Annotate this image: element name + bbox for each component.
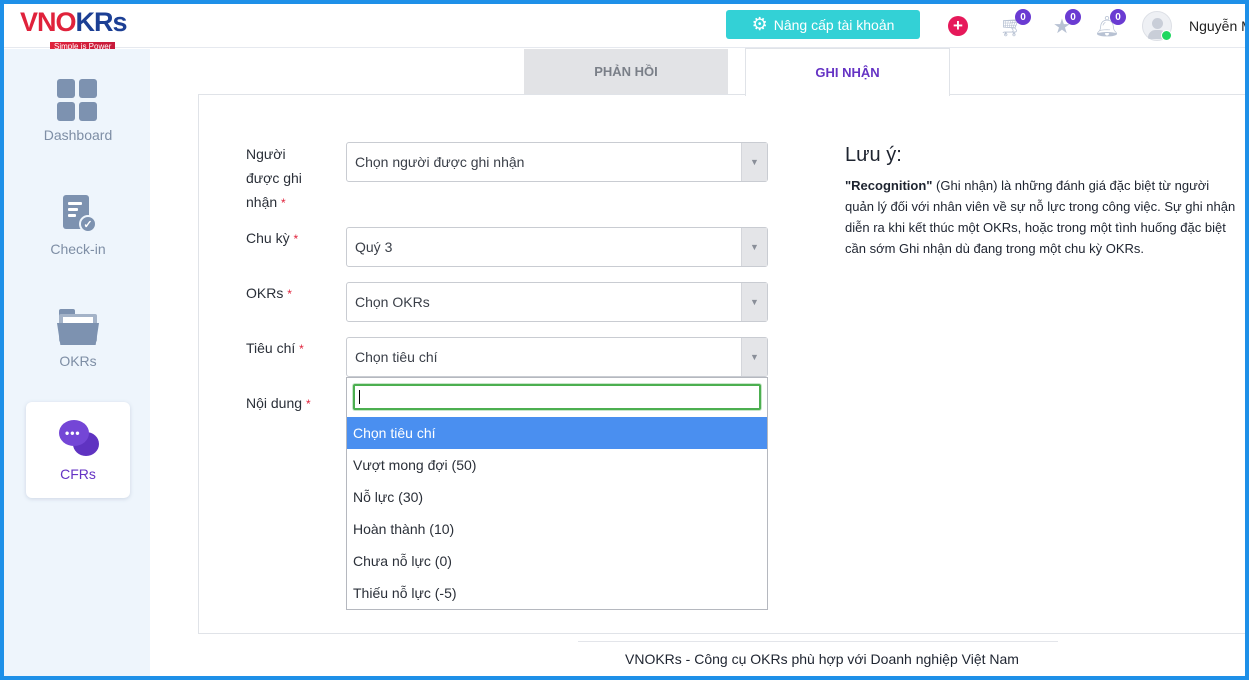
sidebar-item-label: CFRs <box>60 466 96 482</box>
dropdown-search-input[interactable] <box>353 384 761 410</box>
okrs-select[interactable]: Chọn OKRs ▼ <box>346 282 768 322</box>
user-name[interactable]: Nguyễn M <box>1189 18 1245 34</box>
avatar[interactable] <box>1142 11 1172 41</box>
chevron-down-icon: ▼ <box>741 338 767 376</box>
note-title: Lưu ý: <box>845 144 902 166</box>
folder-icon <box>57 305 99 347</box>
cart-badge: 0 <box>1015 9 1031 25</box>
sidebar-item-cfrs[interactable]: ••• CFRs <box>26 402 130 498</box>
content-label: Nội dung * <box>246 395 311 411</box>
app-frame: VNOKRs Simple is Power ⚙ Nâng cấp tài kh… <box>4 4 1245 676</box>
okrs-select-value: Chọn OKRs <box>355 294 430 310</box>
logo-suffix: KRs <box>75 7 128 37</box>
sidebar-item-okrs[interactable]: OKRs <box>26 289 130 385</box>
vnokrs-logo[interactable]: VNOKRs Simple is Power <box>20 7 128 51</box>
sidebar-item-dashboard[interactable]: Dashboard <box>26 63 130 159</box>
sidebar-item-checkin[interactable]: ✓ Check-in <box>26 177 130 273</box>
upgrade-label: Nâng cấp tài khoản <box>773 16 895 33</box>
star-button[interactable]: ★ 0 <box>1050 9 1081 38</box>
criteria-select-value: Chọn tiêu chí <box>355 349 438 365</box>
cycle-select[interactable]: Quý 3 ▼ <box>346 227 768 267</box>
recipient-select[interactable]: Chọn người được ghi nhận ▼ <box>346 142 768 182</box>
bell-badge: 0 <box>1110 9 1126 25</box>
logo-o: O <box>55 7 77 37</box>
okrs-label: OKRs * <box>246 285 292 301</box>
dashboard-icon <box>57 79 99 121</box>
cycle-select-value: Quý 3 <box>355 239 393 255</box>
recipient-label: Người được ghi nhận * <box>246 146 302 210</box>
criteria-dropdown: Chọn tiêu chí Vượt mong đợi (50) Nỗ lực … <box>346 377 768 610</box>
sidebar: Dashboard ✓ Check-in OKRs ••• CFRs <box>4 49 150 676</box>
criteria-label: Tiêu chí * <box>246 340 304 356</box>
add-icon[interactable]: + <box>948 16 968 36</box>
logo-prefix: VN <box>20 7 57 37</box>
cart-button[interactable]: 🛒︎ 0 <box>999 9 1031 38</box>
top-header: VNOKRs Simple is Power ⚙ Nâng cấp tài kh… <box>4 4 1245 51</box>
notification-button[interactable]: 🔔︎ 0 <box>1094 9 1126 38</box>
sidebar-item-label: OKRs <box>59 353 97 369</box>
dropdown-option[interactable]: Vượt mong đợi (50) <box>347 449 767 481</box>
dropdown-option[interactable]: Chọn tiêu chí <box>347 417 767 449</box>
tab-feedback[interactable]: PHẢN HỒI <box>524 49 728 94</box>
footer-text: VNOKRs - Công cụ OKRs phù hợp với Doanh … <box>625 651 1019 667</box>
chevron-down-icon: ▼ <box>741 143 767 181</box>
dropdown-option[interactable]: Thiếu nỗ lực (-5) <box>347 577 767 609</box>
tab-recognition[interactable]: GHI NHẬN <box>745 48 950 96</box>
criteria-select[interactable]: Chọn tiêu chí ▼ <box>346 337 768 377</box>
dropdown-option[interactable]: Chưa nỗ lực (0) <box>347 545 767 577</box>
dropdown-option[interactable]: Nỗ lực (30) <box>347 481 767 513</box>
chat-bubbles-icon: ••• <box>57 418 99 460</box>
note-body: "Recognition" (Ghi nhận) là những đánh g… <box>845 178 1236 256</box>
star-badge: 0 <box>1065 9 1081 25</box>
upgrade-account-button[interactable]: ⚙ Nâng cấp tài khoản <box>726 10 920 39</box>
checkin-icon: ✓ <box>57 193 99 235</box>
recipient-select-value: Chọn người được ghi nhận <box>355 154 525 170</box>
gear-icon: ⚙ <box>751 14 768 34</box>
chevron-down-icon: ▼ <box>741 228 767 266</box>
chevron-down-icon: ▼ <box>741 283 767 321</box>
cycle-label: Chu kỳ * <box>246 230 299 246</box>
footer-divider <box>578 641 1058 642</box>
dropdown-option[interactable]: Hoàn thành (10) <box>347 513 767 545</box>
sidebar-item-label: Check-in <box>50 241 106 257</box>
sidebar-item-label: Dashboard <box>43 127 113 143</box>
